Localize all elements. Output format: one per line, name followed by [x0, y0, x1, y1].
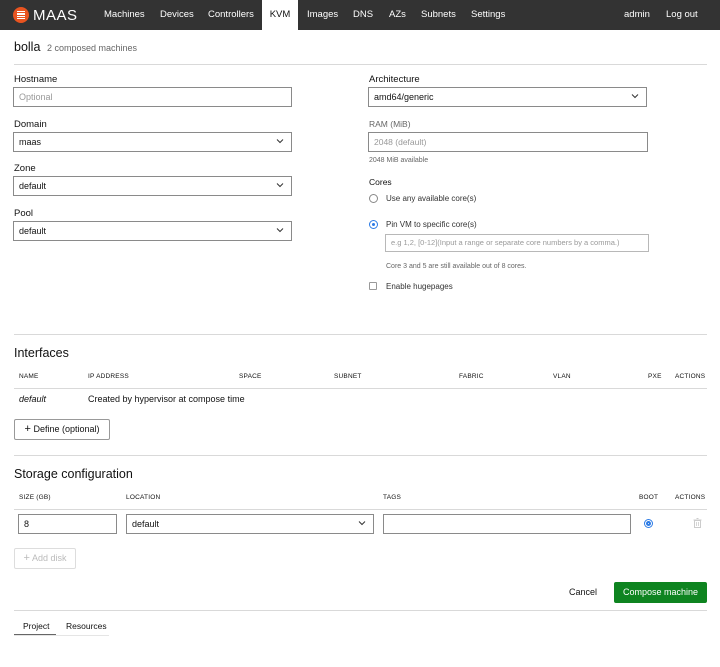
nav-item-controllers[interactable]: Controllers [208, 0, 254, 30]
ram-input[interactable]: 2048 (default) [368, 132, 648, 152]
col-tags: TAGS [383, 494, 402, 501]
disk-size-input[interactable]: 8 [18, 514, 117, 534]
cores-help: Core 3 and 5 are still available out of … [386, 263, 527, 270]
logout-link[interactable]: Log out [666, 0, 698, 30]
cores-label: Cores [369, 177, 392, 187]
page-subtitle: 2 composed machines [47, 43, 138, 53]
col-subnet: SUBNET [334, 373, 362, 380]
chevron-down-icon [276, 139, 284, 144]
chevron-down-icon [358, 521, 366, 526]
disk-tags-input[interactable] [383, 514, 631, 534]
define-button-label: Define (optional) [33, 424, 100, 434]
pin-cores-label: Pin VM to specific core(s) [386, 220, 477, 229]
nav-item-images[interactable]: Images [307, 0, 338, 30]
tab-resources[interactable]: Resources [66, 621, 107, 631]
hostname-input[interactable]: Optional [13, 87, 292, 107]
storage-header-divider [14, 509, 707, 510]
top-navigation: MAAS Machines Devices Controllers KVM Im… [0, 0, 720, 30]
col-location: LOCATION [126, 494, 161, 501]
compose-machine-button[interactable]: Compose machine [614, 582, 707, 603]
pool-label: Pool [14, 208, 34, 219]
col-name: NAME [19, 373, 39, 380]
brand-name[interactable]: MAAS [33, 7, 78, 24]
tab-project[interactable]: Project [23, 621, 49, 631]
hugepages-label: Enable hugepages [386, 282, 453, 291]
domain-label: Domain [14, 119, 47, 130]
nav-item-settings[interactable]: Settings [471, 0, 505, 30]
ram-label: RAM (MiB) [369, 119, 411, 129]
define-interface-button[interactable]: + Define (optional) [14, 419, 110, 440]
hugepages-checkbox[interactable] [369, 282, 377, 290]
nav-item-machines[interactable]: Machines [104, 0, 145, 30]
page-title: bolla [14, 40, 41, 54]
interface-ip-address: Created by hypervisor at compose time [88, 394, 245, 404]
chevron-down-icon [276, 183, 284, 188]
header-divider [14, 64, 707, 65]
col-size: SIZE (GB) [19, 494, 51, 501]
boot-radio[interactable] [644, 519, 653, 528]
nav-item-subnets[interactable]: Subnets [421, 0, 456, 30]
nav-item-devices[interactable]: Devices [160, 0, 194, 30]
domain-select[interactable]: maas [13, 132, 292, 152]
plus-icon: + [24, 423, 31, 435]
core-pin-input[interactable]: e.g 1,2, [0-12](Input a range or separat… [385, 234, 649, 252]
pool-select[interactable]: default [13, 221, 292, 241]
disk-location-value: default [132, 519, 160, 529]
col-vlan: VLAN [553, 373, 571, 380]
interfaces-header-divider [14, 388, 707, 389]
maas-logo-icon[interactable] [13, 7, 29, 23]
architecture-value: amd64/generic [374, 92, 434, 102]
domain-value: maas [19, 137, 42, 147]
nav-item-azs[interactable]: AZs [389, 0, 406, 30]
zone-select[interactable]: default [13, 176, 292, 196]
footer-divider [14, 610, 707, 611]
zone-label: Zone [14, 163, 36, 174]
chevron-down-icon [276, 228, 284, 233]
nav-user[interactable]: admin [624, 0, 650, 30]
col-actions: ACTIONS [675, 373, 706, 380]
nav-item-kvm[interactable]: KVM [262, 0, 298, 30]
pool-value: default [19, 226, 47, 236]
disk-location-select[interactable]: default [126, 514, 374, 534]
zone-value: default [19, 181, 47, 191]
ram-help: 2048 MiB available [369, 157, 429, 164]
radio-any-cores[interactable] [369, 194, 378, 203]
plus-icon: + [23, 552, 30, 564]
storage-title: Storage configuration [14, 467, 133, 481]
chevron-down-icon [631, 94, 639, 99]
architecture-select[interactable]: amd64/generic [368, 87, 647, 107]
trash-icon[interactable] [693, 518, 702, 528]
any-cores-label: Use any available core(s) [386, 194, 477, 203]
col-pxe: PXE [648, 373, 662, 380]
interfaces-title: Interfaces [14, 346, 69, 360]
form-divider [14, 334, 707, 335]
tabs-divider [14, 635, 109, 636]
add-disk-label: Add disk [31, 553, 67, 563]
col-storage-actions: ACTIONS [675, 494, 706, 501]
col-ip-address: IP ADDRESS [88, 373, 129, 380]
architecture-label: Architecture [369, 74, 420, 85]
col-fabric: FABRIC [459, 373, 484, 380]
cancel-button[interactable]: Cancel [569, 587, 597, 597]
col-boot: BOOT [639, 494, 659, 501]
nav-item-dns[interactable]: DNS [353, 0, 373, 30]
hostname-label: Hostname [14, 74, 58, 85]
radio-pin-cores[interactable] [369, 220, 378, 229]
interface-name: default [19, 394, 47, 404]
add-disk-button[interactable]: + Add disk [14, 548, 76, 569]
interfaces-divider [14, 455, 707, 456]
col-space: SPACE [239, 373, 262, 380]
